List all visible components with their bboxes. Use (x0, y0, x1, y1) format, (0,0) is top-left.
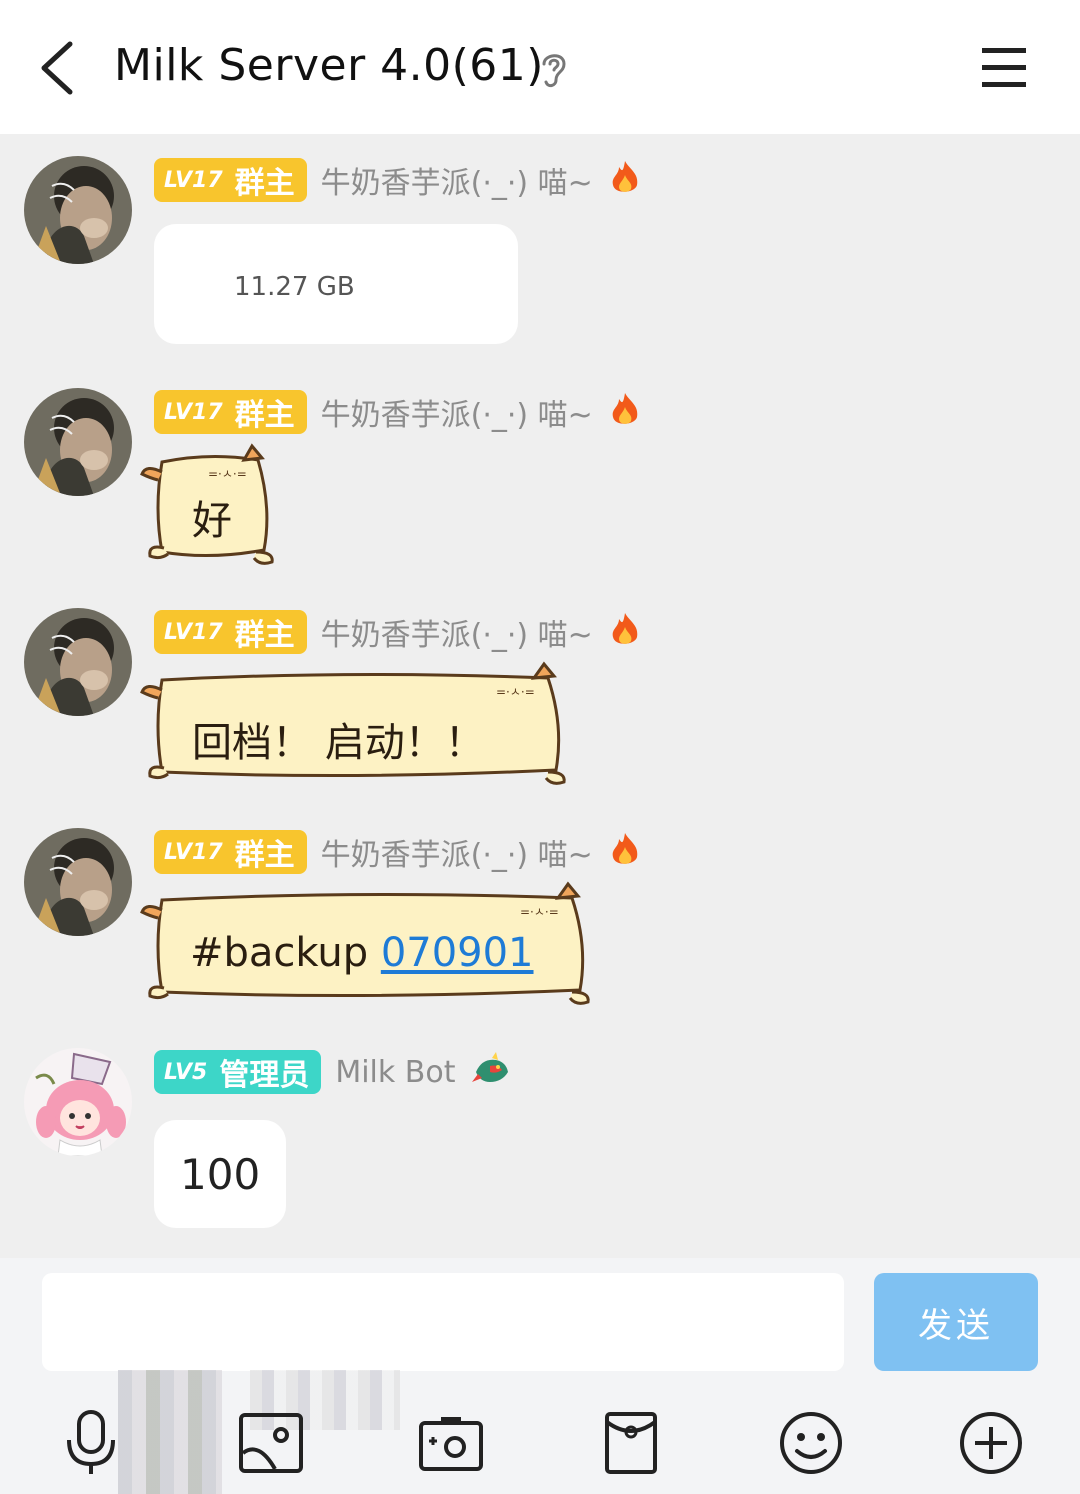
message-input[interactable] (42, 1273, 844, 1371)
avatar[interactable] (24, 1048, 132, 1156)
message-meta: LV17 群主 牛奶香芋派(·_·) 喵~ (154, 830, 641, 874)
sender-name[interactable]: 牛奶香芋派(·_·) 喵~ (321, 830, 593, 874)
avatar[interactable] (24, 828, 132, 936)
message-5: LV5 管理员 Milk Bot 100 (0, 1048, 1080, 1238)
message-link[interactable]: 070901 (381, 930, 534, 976)
fire-icon (609, 611, 641, 653)
level-label: LV17 (164, 839, 223, 865)
level-label: LV17 (164, 167, 223, 193)
red-packet-icon[interactable] (596, 1408, 666, 1478)
role-label: 群主 (234, 398, 295, 433)
message-meta: LV17 群主 牛奶香芋派(·_·) 喵~ (154, 158, 641, 202)
cat-chat-bubble[interactable]: =·ㅅ·= 回档！ 启动！！ (140, 661, 570, 788)
chevron-left-icon (41, 41, 73, 95)
sender-name[interactable]: 牛奶香芋派(·_·) 喵~ (321, 390, 593, 434)
avatar[interactable] (24, 608, 132, 716)
back-button[interactable] (34, 38, 86, 98)
chat-header: Milk Server 4.0(61) (0, 0, 1080, 134)
dragon-icon (471, 1052, 512, 1092)
camera-icon[interactable] (416, 1408, 486, 1478)
image-icon[interactable] (236, 1408, 306, 1478)
owner-badge: LV17 群主 (154, 158, 307, 202)
composer: 发送 (0, 1258, 1080, 1494)
hashtag-text: #backup (190, 930, 369, 976)
sender-name[interactable]: 牛奶香芋派(·_·) 喵~ (321, 610, 593, 654)
fire-icon (609, 391, 641, 433)
role-label: 群主 (234, 618, 295, 653)
message-3: LV17 群主 牛奶香芋派(·_·) 喵~ =·ㅅ·= 回档！ 启动！！ (0, 608, 1080, 798)
cat-chat-bubble[interactable]: =·ㅅ·= 好 (140, 443, 280, 568)
message-text: #backup 070901 (190, 930, 534, 976)
text-message-bubble[interactable]: 100 (154, 1120, 286, 1228)
message-2: LV17 群主 牛奶香芋派(·_·) 喵~ =·ㅅ·= 好 (0, 388, 1080, 578)
cat-chat-bubble[interactable]: =·ㅅ·= #backup 070901 (140, 881, 595, 1008)
role-label: 群主 (234, 838, 295, 873)
ear-icon[interactable] (536, 48, 572, 90)
emoji-icon[interactable] (776, 1408, 846, 1478)
admin-badge: LV5 管理员 (154, 1050, 322, 1094)
level-label: LV17 (164, 399, 223, 425)
fire-icon (609, 159, 641, 201)
chat-title[interactable]: Milk Server 4.0(61) (114, 40, 544, 91)
file-size: 11.27 GB (234, 272, 355, 302)
svg-text:=·ㅅ·=: =·ㅅ·= (520, 905, 559, 919)
send-button[interactable]: 发送 (874, 1273, 1038, 1371)
svg-text:=·ㅅ·=: =·ㅅ·= (208, 467, 247, 481)
message-4: LV17 群主 牛奶香芋派(·_·) 喵~ =·ㅅ·= #backup 0709… (0, 828, 1080, 1018)
avatar[interactable] (24, 388, 132, 496)
sender-name[interactable]: 牛奶香芋派(·_·) 喵~ (321, 158, 593, 202)
fire-icon (609, 831, 641, 873)
svg-text:=·ㅅ·=: =·ㅅ·= (496, 685, 535, 699)
level-label: LV5 (164, 1059, 208, 1085)
pixelated-sticker-preview (118, 1370, 222, 1494)
file-message-bubble[interactable]: 11.27 GB (154, 224, 518, 344)
message-text: 回档！ 启动！！ (192, 720, 485, 766)
message-1: LV17 群主 牛奶香芋派(·_·) 喵~ 11.27 GB (0, 156, 1080, 346)
sender-name[interactable]: Milk Bot (335, 1055, 455, 1090)
microphone-icon[interactable] (56, 1408, 126, 1478)
plus-icon[interactable] (956, 1408, 1026, 1478)
role-label: 管理员 (219, 1058, 310, 1093)
role-label: 群主 (234, 166, 295, 201)
hamburger-menu-icon (982, 48, 1026, 87)
message-meta: LV17 群主 牛奶香芋派(·_·) 喵~ (154, 610, 641, 654)
avatar[interactable] (24, 156, 132, 264)
owner-badge: LV17 群主 (154, 390, 307, 434)
message-meta: LV17 群主 牛奶香芋派(·_·) 喵~ (154, 390, 641, 434)
level-label: LV17 (164, 619, 223, 645)
message-text: 好 (192, 498, 232, 544)
message-text: 100 (180, 1150, 261, 1199)
menu-button[interactable] (980, 46, 1028, 90)
owner-badge: LV17 群主 (154, 830, 307, 874)
message-meta: LV5 管理员 Milk Bot (154, 1050, 512, 1094)
owner-badge: LV17 群主 (154, 610, 307, 654)
